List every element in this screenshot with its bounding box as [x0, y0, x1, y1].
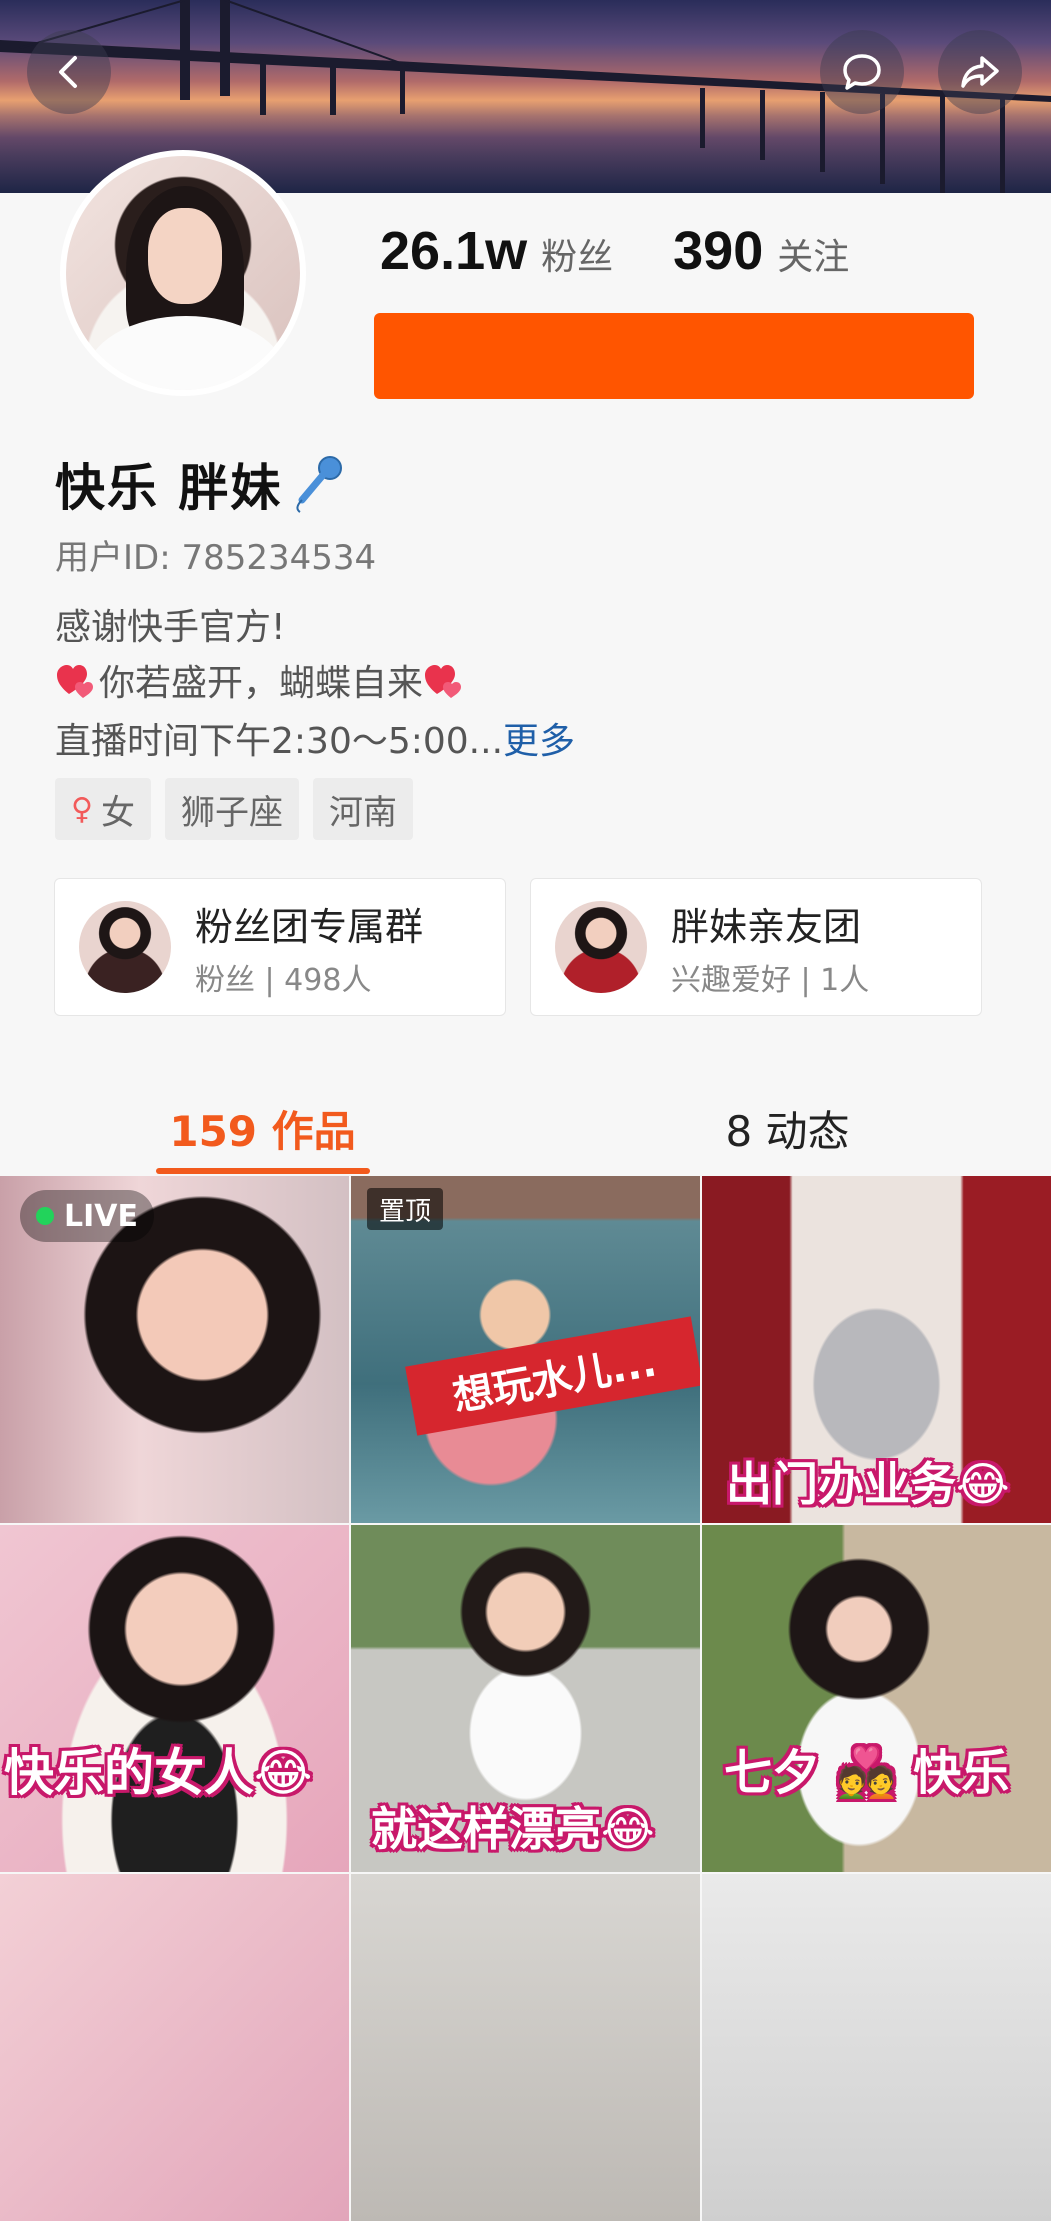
speech-bubble-icon	[843, 54, 881, 90]
microphone-icon	[296, 456, 343, 513]
video-thumbnail[interactable]	[351, 1874, 700, 2221]
profile-tabs: 159 作品 8 动态	[0, 1080, 1051, 1176]
video-thumbnail[interactable]: LIVE	[0, 1176, 349, 1523]
user-name: 快乐 胖妹	[55, 459, 283, 517]
group-subtitle: 兴趣爱好 | 1人	[671, 962, 870, 998]
group-avatar	[79, 901, 171, 993]
profile-stats: 26.1w 粉丝 390 关注	[380, 220, 909, 282]
profile-avatar[interactable]	[60, 150, 306, 396]
video-thumbnail[interactable]	[702, 1874, 1051, 2221]
group-avatar	[555, 901, 647, 993]
bio-more-link[interactable]: 更多	[503, 721, 575, 762]
group-card-fans[interactable]: 粉丝团专属群 粉丝 | 498人	[54, 878, 506, 1016]
female-icon: ♀	[71, 791, 93, 827]
profile-name: 快乐 胖妹	[55, 448, 346, 520]
video-caption: 七夕 💑 快乐	[724, 1745, 1010, 1801]
video-caption: 想玩水儿...	[405, 1316, 700, 1436]
works-grid: LIVE 置顶 想玩水儿... 出门办业务😂 快乐的女人😂 就这样漂亮😂 七夕 …	[0, 1176, 1051, 2221]
active-tab-indicator	[156, 1168, 370, 1174]
comment-button[interactable]	[820, 30, 904, 114]
following-label[interactable]: 关注	[777, 228, 849, 280]
bio-line-3-row: 直播时间下午2:30～5:00...更多	[55, 712, 575, 764]
fans-count[interactable]: 26.1w	[380, 220, 527, 282]
tab-moments[interactable]: 8 动态	[525, 1080, 1050, 1176]
share-button[interactable]	[938, 30, 1022, 114]
live-label: LIVE	[64, 1198, 138, 1234]
video-thumbnail[interactable]: 出门办业务😂	[702, 1176, 1051, 1523]
video-thumbnail[interactable]: 置顶 想玩水儿...	[351, 1176, 700, 1523]
video-thumbnail[interactable]: 快乐的女人😂	[0, 1525, 349, 1872]
bio-line-1: 感谢快手官方!	[55, 607, 286, 648]
tag-label: 河南	[328, 792, 397, 833]
tag-label: 女	[100, 792, 135, 833]
live-badge: LIVE	[20, 1190, 154, 1242]
fans-label[interactable]: 粉丝	[541, 228, 613, 280]
group-subtitle: 粉丝 | 498人	[195, 962, 372, 998]
bio-line-3: 直播时间下午2:30～5:00...	[55, 721, 504, 762]
video-thumbnail[interactable]	[0, 1874, 349, 2221]
tag-label: 狮子座	[180, 792, 283, 833]
bio-line-2-row: 你若盛开，蝴蝶自来	[55, 654, 467, 706]
tag-gender: ♀ 女	[55, 778, 151, 840]
group-card-friends[interactable]: 胖妹亲友团 兴趣爱好 | 1人	[530, 878, 982, 1016]
group-title: 胖妹亲友团	[671, 904, 862, 949]
user-id: 用户ID: 785234534	[55, 538, 377, 578]
tab-works[interactable]: 159 作品	[0, 1080, 525, 1176]
pinned-badge: 置顶	[367, 1188, 444, 1230]
video-caption: 就这样漂亮😂	[371, 1802, 655, 1856]
share-arrow-icon	[961, 56, 999, 88]
video-caption: 快乐的女人😂	[4, 1744, 313, 1802]
group-title: 粉丝团专属群	[195, 904, 424, 949]
tag-zodiac: 狮子座	[164, 778, 299, 840]
double-heart-icon	[425, 665, 462, 698]
video-caption: 出门办业务😂	[726, 1457, 1010, 1511]
tag-location: 河南	[312, 778, 413, 840]
back-button[interactable]	[27, 30, 111, 114]
live-dot-icon	[36, 1207, 54, 1225]
profile-tags: ♀ 女 狮子座 河南	[55, 778, 413, 840]
double-heart-icon	[57, 665, 93, 698]
bio-line-2: 你若盛开，蝴蝶自来	[99, 663, 424, 704]
video-thumbnail[interactable]: 就这样漂亮😂	[351, 1525, 700, 1872]
following-count[interactable]: 390	[673, 220, 763, 282]
back-arrow-icon	[59, 56, 77, 88]
follow-button-redacted[interactable]	[374, 313, 974, 399]
video-thumbnail[interactable]: 七夕 💑 快乐	[702, 1525, 1051, 1872]
